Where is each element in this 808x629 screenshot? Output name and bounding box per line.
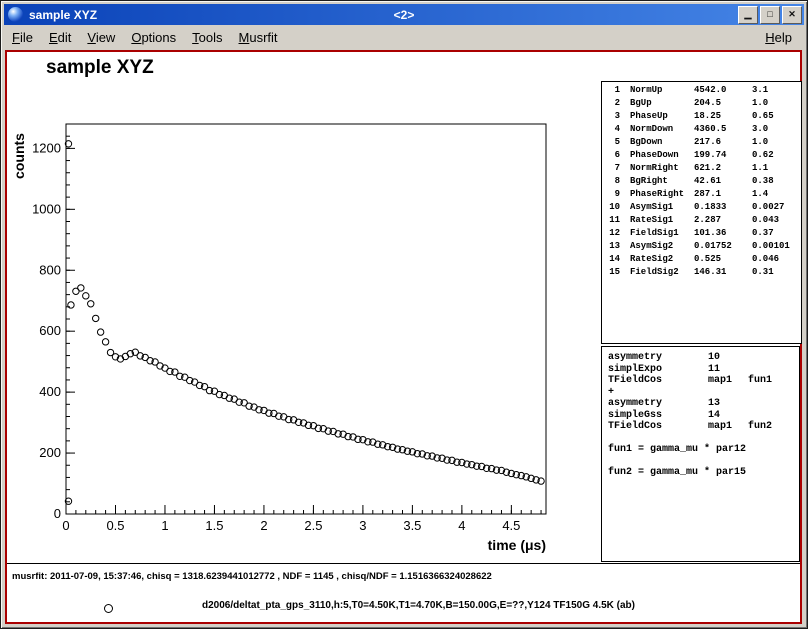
param-row: 14RateSig20.5250.046 <box>602 254 801 267</box>
theory-line <box>602 433 799 445</box>
svg-text:200: 200 <box>39 445 61 460</box>
theory-line: + <box>602 387 799 399</box>
param-row: 6PhaseDown199.740.62 <box>602 150 801 163</box>
menu-item-help[interactable]: Help <box>757 27 800 48</box>
menu-item-edit[interactable]: Edit <box>41 27 79 48</box>
svg-text:3.5: 3.5 <box>403 518 421 533</box>
theory-line: asymmetry10 <box>602 352 799 364</box>
data-point <box>83 293 89 299</box>
menu-item-tools[interactable]: Tools <box>184 27 230 48</box>
svg-text:2.5: 2.5 <box>304 518 322 533</box>
theory-line: simpleGss14 <box>602 410 799 422</box>
param-row: 3PhaseUp18.250.65 <box>602 111 801 124</box>
param-row: 4NormDown4360.53.0 <box>602 124 801 137</box>
fit-info-text: musrfit: 2011-07-09, 15:37:46, chisq = 1… <box>12 571 492 582</box>
data-point <box>88 301 94 307</box>
menu-items: FileEditViewOptionsToolsMusrfit <box>4 27 286 48</box>
theory-line: TFieldCosmap1fun2 <box>602 421 799 433</box>
svg-text:1000: 1000 <box>32 201 61 216</box>
svg-text:600: 600 <box>39 323 61 338</box>
plot-frame <box>66 124 546 514</box>
svg-text:1: 1 <box>161 518 168 533</box>
title-bar[interactable]: sample XYZ <2> ▁ □ ✕ <box>4 4 804 25</box>
param-row: 7NormRight621.21.1 <box>602 163 801 176</box>
window-controls: ▁ □ ✕ <box>738 6 802 24</box>
theory-line: simplExpo11 <box>602 364 799 376</box>
param-row: 8BgRight42.610.38 <box>602 176 801 189</box>
param-row: 10AsymSig10.18330.0027 <box>602 202 801 215</box>
legend-marker-circle <box>104 604 113 613</box>
menu-item-musrfit[interactable]: Musrfit <box>231 27 286 48</box>
svg-text:400: 400 <box>39 384 61 399</box>
param-row: 2BgUp204.51.0 <box>602 98 801 111</box>
maximize-button[interactable]: □ <box>760 6 780 24</box>
separator-line <box>7 563 800 564</box>
theory-line: TFieldCosmap1fun1 <box>602 375 799 387</box>
data-point <box>92 315 98 321</box>
data-point <box>97 329 103 335</box>
legend-row: d2006/deltat_pta_gps_3110,h:5,T0=4.50K,T… <box>7 600 800 616</box>
x-axis-title: time (μs) <box>488 537 546 553</box>
menu-right: Help <box>757 27 800 48</box>
param-row: 11RateSig12.2870.043 <box>602 215 801 228</box>
param-row: 1NormUp4542.03.1 <box>602 85 801 98</box>
param-row: 13AsymSig20.017520.00101 <box>602 241 801 254</box>
x-axis: 0 0.5 1 1.5 2 2.5 3 3.5 4 4.5 <box>62 505 541 533</box>
theory-line: fun2 = gamma_mu * par15 <box>602 467 799 479</box>
svg-text:800: 800 <box>39 262 61 277</box>
svg-text:1200: 1200 <box>32 140 61 155</box>
data-point <box>68 302 74 308</box>
data-point <box>102 339 108 345</box>
fit-parameters-box[interactable]: 1NormUp4542.03.12BgUp204.51.03PhaseUp18.… <box>601 81 802 344</box>
menu-item-file[interactable]: File <box>4 27 41 48</box>
svg-text:0.5: 0.5 <box>106 518 124 533</box>
param-row: 15FieldSig2146.310.31 <box>602 267 801 280</box>
legend-text: d2006/deltat_pta_gps_3110,h:5,T0=4.50K,T… <box>7 600 800 611</box>
plot-svg[interactable]: 0 0.5 1 1.5 2 2.5 3 3.5 4 4.5 0 200 400 600 800 1000 120… <box>7 102 577 560</box>
window-title-center: <2> <box>4 8 804 22</box>
plot-title: sample XYZ <box>46 57 154 79</box>
theory-line: fun1 = gamma_mu * par12 <box>602 444 799 456</box>
svg-text:0: 0 <box>54 506 61 521</box>
svg-text:4.5: 4.5 <box>502 518 520 533</box>
svg-text:4: 4 <box>458 518 465 533</box>
menu-item-view[interactable]: View <box>79 27 123 48</box>
menu-item-options[interactable]: Options <box>123 27 184 48</box>
close-button[interactable]: ✕ <box>782 6 802 24</box>
menu-bar: FileEditViewOptionsToolsMusrfit Help <box>4 25 804 50</box>
data-points <box>65 141 544 505</box>
root-canvas[interactable]: sample XYZ 0 0.5 1 1.5 2 2.5 3 3.5 4 4.5 0 200 400 60… <box>5 50 802 624</box>
param-row: 9PhaseRight287.11.4 <box>602 189 801 202</box>
theory-box[interactable]: asymmetry10simplExpo11TFieldCosmap1fun1+… <box>601 346 800 562</box>
y-axis: 0 200 400 600 800 1000 1200 <box>32 124 75 521</box>
param-row: 12FieldSig1101.360.37 <box>602 228 801 241</box>
minimize-button[interactable]: ▁ <box>738 6 758 24</box>
data-point <box>78 285 84 291</box>
param-row: 5BgDown217.61.0 <box>602 137 801 150</box>
y-axis-title: counts <box>11 133 27 179</box>
svg-text:2: 2 <box>260 518 267 533</box>
application-window: sample XYZ <2> ▁ □ ✕ FileEditViewOptions… <box>0 0 808 629</box>
svg-text:0: 0 <box>62 518 69 533</box>
svg-text:3: 3 <box>359 518 366 533</box>
svg-text:1.5: 1.5 <box>205 518 223 533</box>
theory-line: asymmetry13 <box>602 398 799 410</box>
theory-line <box>602 456 799 468</box>
